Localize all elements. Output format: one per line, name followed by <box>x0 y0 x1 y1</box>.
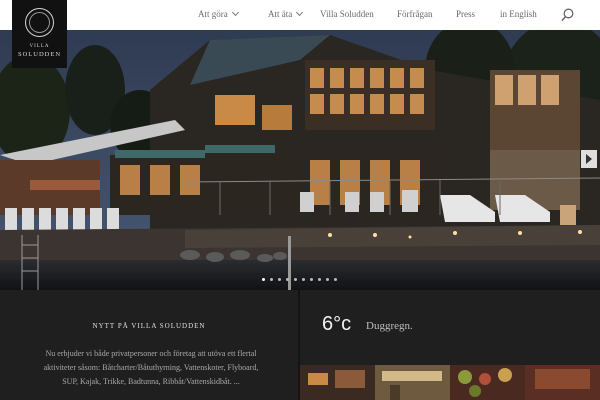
logo-text-villa: VILLA <box>29 44 50 49</box>
gallery-image <box>300 365 600 400</box>
slider-pagination <box>262 278 337 281</box>
weather-condition: Duggregn. <box>366 320 413 332</box>
slider-dot[interactable] <box>302 278 305 281</box>
chevron-down-icon <box>296 8 304 17</box>
slider-next-button[interactable] <box>581 150 597 168</box>
slider-dot[interactable] <box>262 278 265 281</box>
slider-dot[interactable] <box>294 278 297 281</box>
slider-dot[interactable] <box>326 278 329 281</box>
slider-dot[interactable] <box>334 278 337 281</box>
hero-slider[interactable] <box>0 30 600 290</box>
nav-item-villa-soludden[interactable]: Villa Soludden <box>320 9 374 19</box>
slider-dot[interactable] <box>278 278 281 281</box>
weather-temperature: 6°c <box>322 313 352 335</box>
site-logo[interactable]: VILLA SOLUDDEN <box>12 0 67 68</box>
site-header: Att göra Att äta Villa Soludden Förfråga… <box>0 0 600 30</box>
news-text[interactable]: Nu erbjuder vi både privatpersoner och f… <box>38 347 264 389</box>
gallery-thumbnails[interactable] <box>300 365 600 400</box>
weather-panel: 6°c Duggregn. <box>300 290 600 365</box>
slider-dot[interactable] <box>310 278 313 281</box>
nav-item-att-gora[interactable]: Att göra <box>198 8 239 19</box>
hero-image <box>0 30 600 290</box>
slider-dot[interactable] <box>318 278 321 281</box>
search-icon[interactable] <box>561 8 574 22</box>
news-panel: NYTT PÅ VILLA SOLUDDEN Nu erbjuder vi bå… <box>0 290 298 400</box>
logo-text-soludden: SOLUDDEN <box>17 51 62 58</box>
news-title: NYTT PÅ VILLA SOLUDDEN <box>92 322 206 330</box>
nav-item-forfragan[interactable]: Förfrågan <box>397 9 433 19</box>
slider-dot[interactable] <box>270 278 273 281</box>
logo-ring-icon <box>25 8 54 37</box>
nav-item-att-ata[interactable]: Att äta <box>268 8 304 19</box>
chevron-down-icon <box>231 8 239 17</box>
slider-dot[interactable] <box>286 278 289 281</box>
nav-item-in-english[interactable]: in English <box>500 9 537 19</box>
nav-item-press[interactable]: Press <box>456 9 475 19</box>
